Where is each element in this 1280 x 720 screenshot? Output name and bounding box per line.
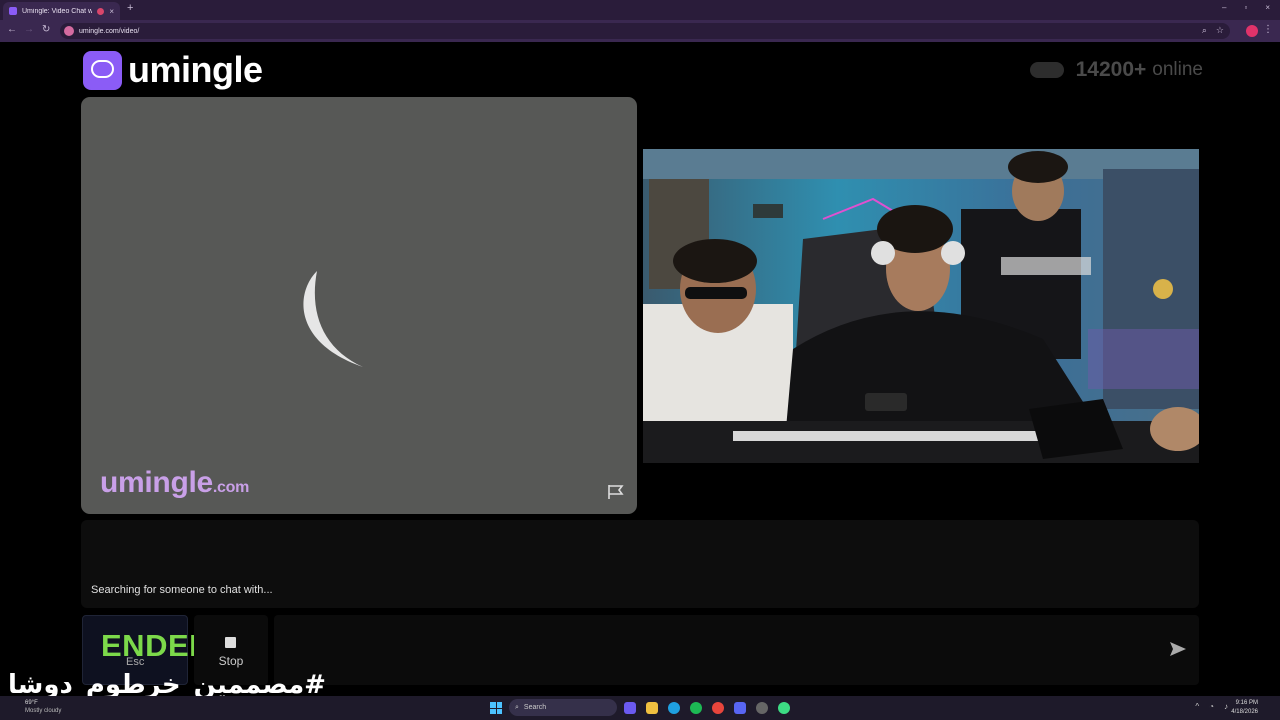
address-bar[interactable]: umingle.com/video/ ⌕ ☆	[60, 23, 1230, 39]
new-tab-button[interactable]: +	[127, 2, 133, 14]
online-label: online	[1152, 59, 1203, 80]
chat-bubble-logo-icon	[83, 50, 122, 90]
search-icon: ⌕	[515, 703, 519, 711]
logo-text: umingle	[128, 49, 263, 90]
system-tray: ^ ◔ ♪	[1195, 702, 1228, 711]
watermark-suffix: .com	[212, 479, 250, 496]
site-logo[interactable]: umingle	[83, 49, 263, 91]
close-window-button[interactable]: ×	[1265, 3, 1270, 12]
reload-icon[interactable]: ↻	[42, 24, 50, 35]
status-message: Searching for someone to chat with...	[91, 584, 273, 596]
weather-desc: Mostly cloudy	[25, 708, 62, 714]
spotify-icon[interactable]	[690, 702, 702, 714]
umingle-watermark: umingle.com	[100, 466, 249, 500]
browser-menu-icon[interactable]: ⋮	[1263, 24, 1273, 35]
chat-log: Searching for someone to chat with...	[81, 520, 1199, 608]
clock-time: 9:16 PM	[1235, 700, 1258, 706]
loading-spinner-icon	[303, 271, 363, 367]
site-info-icon[interactable]	[64, 26, 74, 36]
theme-toggle[interactable]	[1029, 62, 1064, 78]
os-taskbar: 69°F Mostly cloudy ⌕ Search ^ ◔ ♪ 9:16 P…	[0, 696, 1280, 720]
stop-label: Stop	[218, 654, 244, 668]
watermark-main: umingle	[100, 466, 213, 499]
browser-tab[interactable]: Umingle: Video Chat with S ×	[3, 2, 120, 20]
chrome-icon[interactable]	[712, 702, 724, 714]
app-icon[interactable]	[778, 702, 790, 714]
online-counter: 14200+ online	[1029, 58, 1203, 82]
forward-arrow-icon[interactable]: →	[24, 24, 34, 35]
self-video-panel	[643, 149, 1199, 463]
browser-tab-bar: Umingle: Video Chat with S × + – ▫ ×	[0, 0, 1280, 20]
bookmark-star-icon[interactable]: ☆	[1216, 25, 1224, 36]
tab-title: Umingle: Video Chat with S	[22, 7, 93, 15]
send-icon[interactable]	[1169, 640, 1187, 658]
settings-icon[interactable]	[756, 702, 768, 714]
back-arrow-icon[interactable]: ←	[7, 24, 17, 35]
copilot-icon[interactable]	[624, 702, 636, 714]
tab-close-icon[interactable]: ×	[109, 7, 114, 16]
report-flag-icon[interactable]	[607, 484, 625, 500]
minimize-button[interactable]: –	[1222, 3, 1226, 12]
site-favicon-icon	[9, 7, 17, 15]
window-controls: – ▫ ×	[1222, 3, 1270, 12]
discord-icon[interactable]	[734, 702, 746, 714]
taskbar-search[interactable]: ⌕ Search	[509, 699, 617, 716]
speaker-icon[interactable]: ♪	[1224, 702, 1228, 711]
online-count: 14200+	[1075, 58, 1147, 81]
webcam-image	[643, 149, 1199, 463]
wifi-icon[interactable]: ◔	[1209, 702, 1214, 711]
stop-icon	[225, 637, 236, 648]
edge-icon[interactable]	[668, 702, 680, 714]
recording-indicator-icon	[97, 7, 105, 15]
chevron-up-icon[interactable]: ^	[1195, 702, 1199, 711]
file-explorer-icon[interactable]	[646, 702, 658, 714]
taskbar-search-label: Search	[523, 704, 547, 711]
maximize-button[interactable]: ▫	[1244, 3, 1247, 12]
clock-date: 4/18/2026	[1231, 709, 1258, 715]
taskbar-clock[interactable]: 9:16 PM 4/18/2026	[1231, 699, 1258, 717]
windows-start-icon[interactable]	[490, 702, 502, 714]
message-input[interactable]	[274, 615, 1199, 685]
profile-avatar[interactable]	[1246, 25, 1258, 37]
weather-temp: 69°F	[25, 700, 38, 706]
browser-toolbar: ← → ↻ umingle.com/video/ ⌕ ☆ ⋮	[0, 20, 1280, 42]
url-text: umingle.com/video/	[79, 27, 140, 35]
zoom-icon[interactable]: ⌕	[1202, 25, 1207, 36]
